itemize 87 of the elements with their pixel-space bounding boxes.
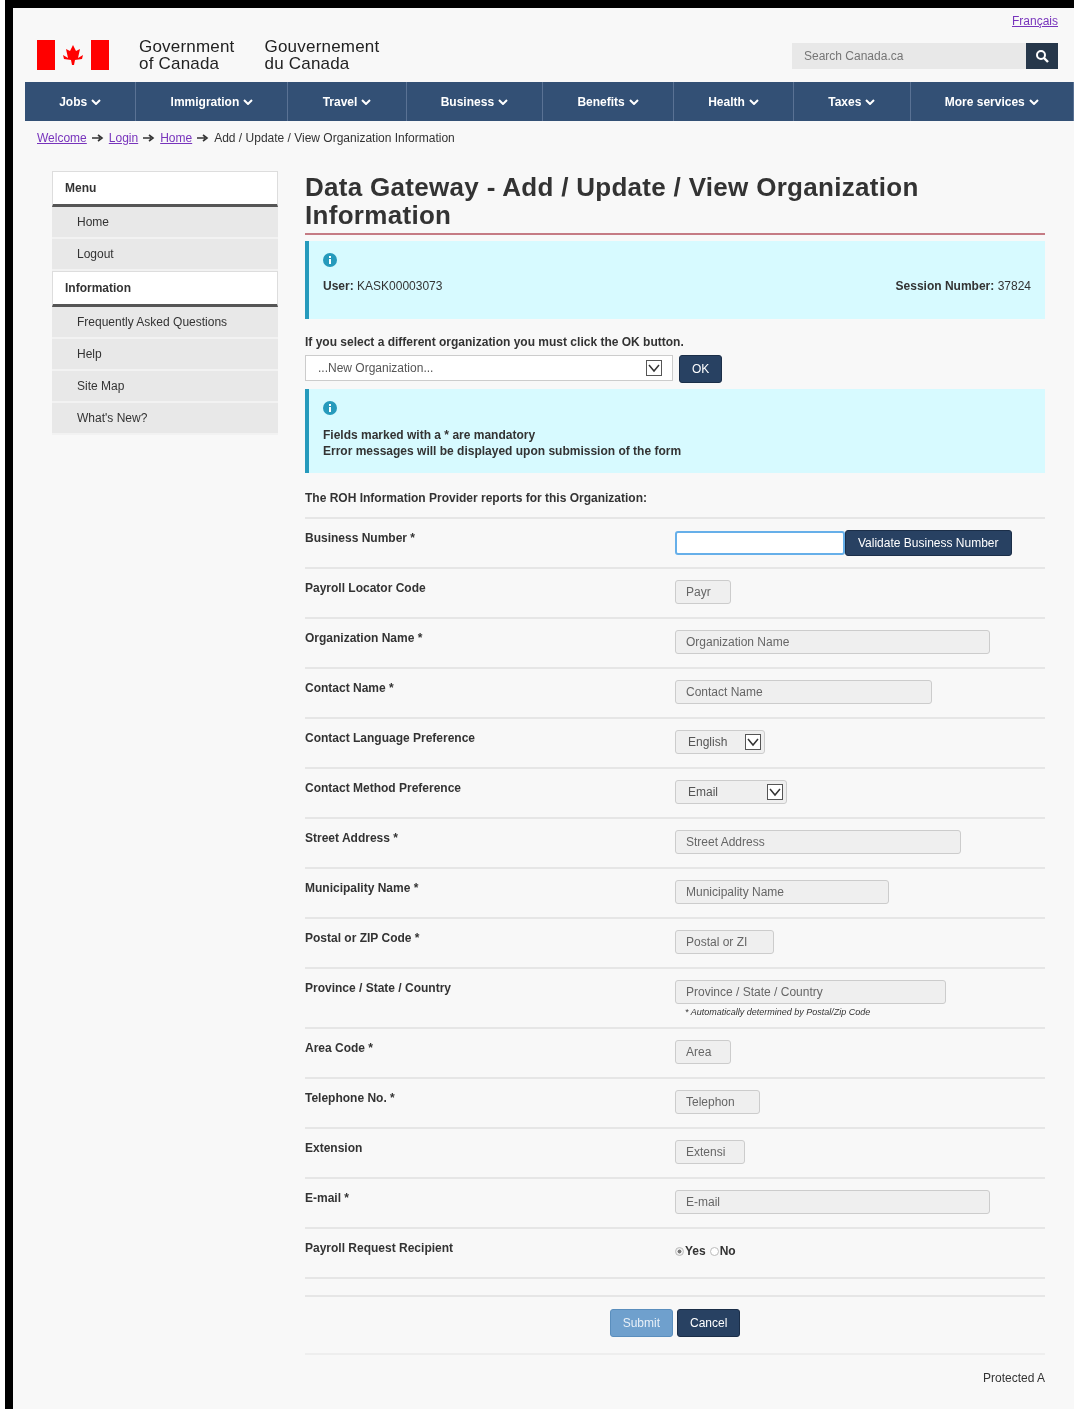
sidebar-item[interactable]: What's New? [52, 403, 278, 435]
text-field[interactable]: Province / State / Country [675, 980, 946, 1004]
page-title: Data Gateway - Add / Update / View Organization Information [305, 173, 1045, 235]
field-label: Contact Language Preference [305, 730, 477, 747]
language-link[interactable]: Français [1012, 14, 1058, 28]
field-label: Municipality Name * [305, 880, 420, 897]
arrow-icon [143, 134, 156, 142]
sidebar-item[interactable]: Logout [52, 239, 278, 271]
session-number-text: Session Number: 37824 [895, 279, 1031, 293]
dropdown-icon [767, 784, 783, 800]
text-field[interactable]: Street Address [675, 830, 961, 854]
chevron-icon [1028, 98, 1039, 105]
text-field[interactable]: Organization Name [675, 630, 990, 654]
sidebar-item[interactable]: Site Map [52, 371, 278, 403]
field-hint: * Automatically determined by Postal/Zip Code [685, 1007, 872, 1017]
dropdown-icon [646, 360, 662, 376]
nav-menu-item[interactable]: Travel [288, 82, 407, 121]
text-field[interactable]: Area [675, 1040, 731, 1064]
breadcrumb-link[interactable]: Home [160, 131, 193, 145]
field-label: Contact Method Preference [305, 780, 463, 797]
dropdown-icon [745, 734, 761, 750]
text-field[interactable]: Postal or ZI [675, 930, 774, 954]
dropdown-field[interactable]: English [675, 730, 765, 754]
sidebar-item[interactable]: Frequently Asked Questions [52, 307, 278, 339]
nav-menu-item[interactable]: Immigration [136, 82, 289, 121]
field-label: Province / State / Country [305, 980, 453, 997]
notice-text: Fields marked with a * are mandatory [323, 427, 537, 443]
user-text: User: KASK00003073 [323, 279, 443, 293]
government-name: Government of Canada [139, 38, 235, 72]
text-field[interactable]: E-mail [675, 1190, 990, 1214]
text-field[interactable]: Municipality Name [675, 880, 889, 904]
info-icon [323, 401, 337, 415]
breadcrumb-link[interactable]: Login [108, 131, 139, 145]
sidebar-item[interactable]: Help [52, 339, 278, 371]
chevron-icon [628, 98, 639, 105]
field-label: E-mail * [305, 1190, 350, 1207]
field-label: Telephone No. * [305, 1090, 396, 1107]
classification-label: Protected A [981, 1370, 1045, 1385]
form-button[interactable]: Cancel [677, 1309, 741, 1337]
chevron-icon [748, 98, 759, 105]
field-label: Extension [305, 1140, 364, 1157]
text-field[interactable]: Contact Name [675, 680, 932, 704]
text-field[interactable]: Extensi [675, 1140, 745, 1164]
chevron-icon [865, 98, 876, 105]
radio-option[interactable]: No [709, 1244, 736, 1258]
notice-text: Error messages will be displayed upon submission of the form [323, 443, 683, 459]
chevron-icon [361, 98, 372, 105]
field-label: Street Address * [305, 830, 399, 847]
government-name-french: Gouvernement du Canada [264, 38, 380, 72]
breadcrumb-link[interactable]: Welcome [37, 131, 87, 145]
validate-button[interactable]: Validate Business Number [845, 530, 1012, 556]
section-heading: The ROH Information Provider reports for this Organization: [305, 473, 1045, 519]
search-field[interactable]: Search Canada.ca [792, 43, 1026, 69]
nav-menu-item[interactable]: Health [673, 82, 795, 121]
chevron-icon [498, 98, 509, 105]
text-field[interactable]: Payr [675, 580, 731, 604]
nav-menu-item[interactable]: Benefits [543, 82, 674, 121]
field-label: Area Code * [305, 1040, 375, 1057]
text-field[interactable]: Telephon [675, 1090, 760, 1114]
field-label: Payroll Request Recipient [305, 1240, 455, 1257]
sidebar-item[interactable]: Home [52, 207, 278, 239]
search-button[interactable] [1026, 43, 1058, 69]
chevron-icon [243, 98, 254, 105]
nav-menu-item[interactable]: Jobs [25, 82, 137, 121]
field-label: Business Number * [305, 530, 417, 547]
dropdown-field[interactable]: Email [675, 780, 787, 804]
text-field[interactable] [675, 531, 845, 555]
field-label: Postal or ZIP Code * [305, 930, 421, 947]
organization-dropdown[interactable]: ...New Organization... [305, 355, 673, 381]
arrow-icon [91, 134, 104, 142]
sidebar-heading: Menu [52, 171, 278, 207]
info-icon [323, 253, 337, 267]
organization-prompt: If you select a different organization you must click the OK button. [305, 335, 685, 349]
field-label: Organization Name * [305, 630, 424, 647]
nav-menu-item[interactable]: Taxes [794, 82, 911, 121]
radio-option[interactable]: Yes [675, 1244, 706, 1258]
arrow-icon [197, 134, 210, 142]
nav-menu-item[interactable]: More services [910, 82, 1074, 121]
nav-menu-item[interactable]: Business [406, 82, 544, 121]
chevron-icon [91, 98, 102, 105]
field-label: Contact Name * [305, 680, 395, 697]
search-icon [1035, 49, 1049, 63]
breadcrumb-current: Add / Update / View Organization Information [214, 131, 455, 145]
flag-logo [37, 40, 109, 70]
field-label: Payroll Locator Code [305, 580, 427, 597]
ok-button[interactable]: OK [679, 355, 723, 383]
sidebar-heading: Information [52, 271, 278, 307]
